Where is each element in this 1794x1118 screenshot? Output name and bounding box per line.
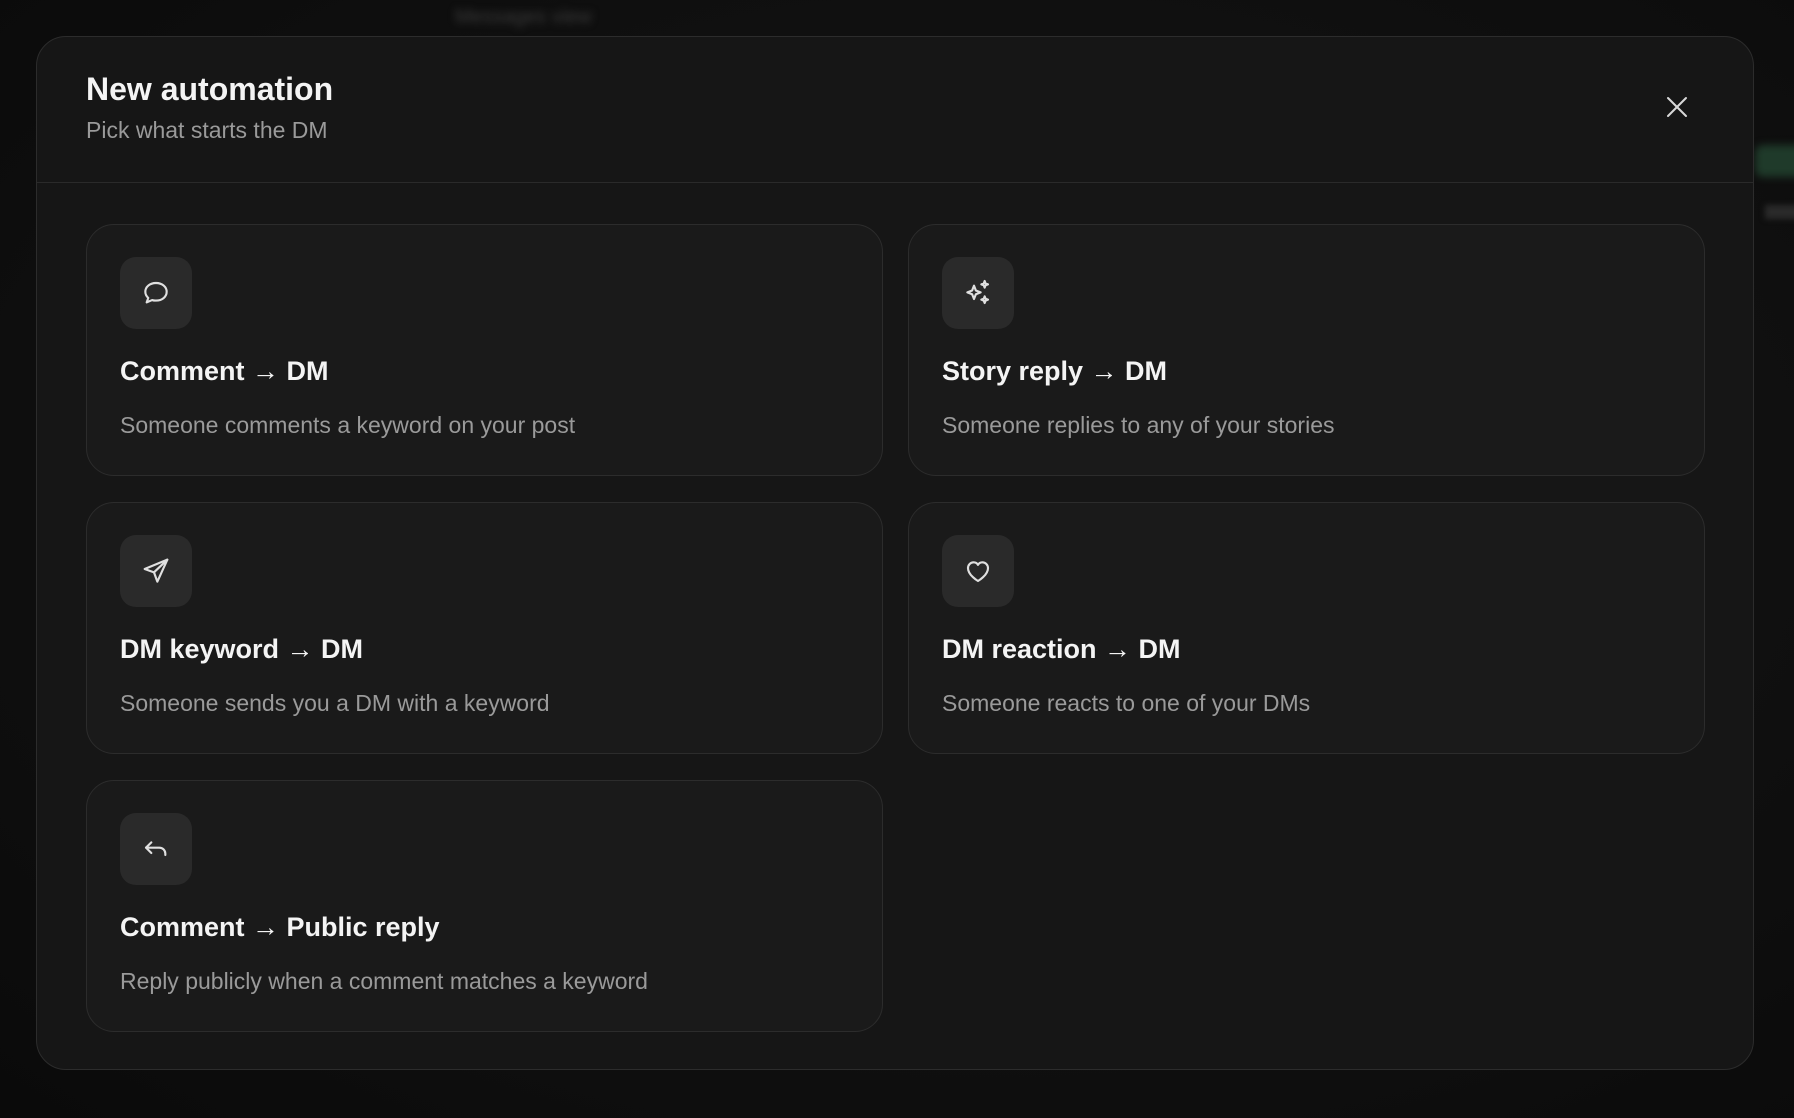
trigger-card-dm-keyword-dm[interactable]: DM keyword → DM Someone sends you a DM w…: [86, 502, 883, 754]
close-button[interactable]: [1657, 87, 1697, 127]
trigger-title: Story reply → DM: [942, 356, 1168, 386]
trigger-title: DM reaction → DM: [942, 634, 1181, 664]
message-bubble-icon: [120, 257, 192, 329]
background-blurred-text: Messages view: [455, 6, 592, 28]
trigger-card-comment-dm[interactable]: Comment → DM Someone comments a keyword …: [86, 224, 883, 476]
reply-arrow-icon: [120, 813, 192, 885]
trigger-title: Comment → Public reply: [120, 912, 440, 942]
trigger-description: Someone reacts to one of your DMs: [942, 690, 1311, 716]
trigger-description: Someone replies to any of your stories: [942, 412, 1335, 438]
modal-header: New automation Pick what starts the DM: [37, 37, 1753, 183]
trigger-title: DM keyword → DM: [120, 634, 364, 664]
send-icon: [120, 535, 192, 607]
trigger-description: Reply publicly when a comment matches a …: [120, 968, 648, 994]
trigger-description: Someone sends you a DM with a keyword: [120, 690, 550, 716]
trigger-card-story-reply-dm[interactable]: Story reply → DM Someone replies to any …: [908, 224, 1705, 476]
modal-title: New automation: [86, 71, 334, 107]
modal-subtitle: Pick what starts the DM: [86, 117, 328, 143]
trigger-card-comment-public-reply[interactable]: Comment → Public reply Reply publicly wh…: [86, 780, 883, 1032]
new-automation-modal: New automation Pick what starts the DM C…: [36, 36, 1754, 1070]
trigger-title: Comment → DM: [120, 356, 329, 386]
heart-icon: [942, 535, 1014, 607]
background-blurred-button: [1755, 145, 1794, 177]
sparkles-icon: [942, 257, 1014, 329]
background-blurred-element: [1765, 205, 1794, 219]
trigger-description: Someone comments a keyword on your post: [120, 412, 576, 438]
trigger-card-dm-reaction-dm[interactable]: DM reaction → DM Someone reacts to one o…: [908, 502, 1705, 754]
close-icon: [1665, 95, 1689, 119]
